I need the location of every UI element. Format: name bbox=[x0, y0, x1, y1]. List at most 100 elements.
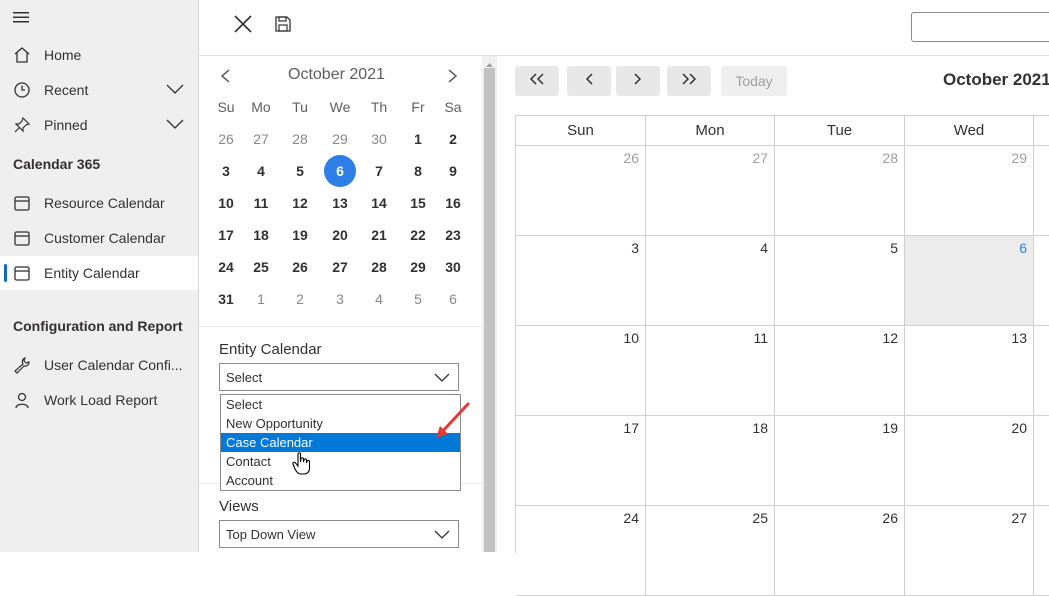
nav-pinned[interactable]: Pinned bbox=[0, 108, 198, 142]
mini-calendar-day[interactable]: 7 bbox=[362, 156, 396, 186]
today-button[interactable]: Today bbox=[721, 66, 787, 96]
sidebar-item-customer-calendar[interactable]: Customer Calendar bbox=[0, 221, 198, 255]
mini-calendar-day[interactable]: 2 bbox=[436, 124, 470, 154]
search-input[interactable] bbox=[911, 12, 1049, 42]
mini-calendar-day[interactable]: 18 bbox=[244, 220, 278, 250]
day-cell[interactable]: 17 bbox=[516, 416, 646, 506]
dropdown-option-account[interactable]: Account bbox=[221, 471, 460, 490]
mini-calendar-day[interactable]: 10 bbox=[209, 188, 243, 218]
day-cell[interactable]: 5 bbox=[775, 236, 905, 326]
sidebar-item-resource-calendar[interactable]: Resource Calendar bbox=[0, 186, 198, 220]
mini-calendar-day[interactable]: 5 bbox=[283, 156, 317, 186]
nav-recent[interactable]: Recent bbox=[0, 73, 198, 107]
mini-calendar-day[interactable]: 24 bbox=[209, 252, 243, 282]
last-button[interactable] bbox=[667, 66, 711, 96]
day-cell[interactable]: 27 bbox=[905, 506, 1034, 596]
day-cell[interactable]: 25 bbox=[646, 506, 775, 596]
chevron-down-icon[interactable] bbox=[166, 82, 184, 99]
mini-calendar-day[interactable]: 4 bbox=[362, 284, 396, 314]
day-cell[interactable]: 18 bbox=[646, 416, 775, 506]
mini-calendar-day[interactable]: 25 bbox=[244, 252, 278, 282]
mini-calendar-day[interactable]: 6 bbox=[323, 156, 357, 186]
mini-calendar-day[interactable]: 13 bbox=[323, 188, 357, 218]
mini-calendar-day[interactable]: 11 bbox=[244, 188, 278, 218]
mini-calendar-day[interactable]: 1 bbox=[401, 124, 435, 154]
views-select[interactable]: Top Down View bbox=[219, 520, 459, 548]
chevron-down-icon[interactable] bbox=[166, 117, 184, 134]
first-button[interactable] bbox=[515, 66, 559, 96]
mini-calendar-day[interactable]: 5 bbox=[401, 284, 435, 314]
day-cell[interactable]: 12 bbox=[775, 326, 905, 416]
mini-calendar-day[interactable]: 14 bbox=[362, 188, 396, 218]
day-cell[interactable]: 29 bbox=[905, 146, 1034, 236]
mini-calendar-day[interactable]: 1 bbox=[244, 284, 278, 314]
mini-calendar-day[interactable]: 21 bbox=[362, 220, 396, 250]
mini-calendar-day[interactable]: 31 bbox=[209, 284, 243, 314]
mini-calendar-day[interactable]: 23 bbox=[436, 220, 470, 250]
day-cell[interactable]: 10 bbox=[516, 326, 646, 416]
mini-calendar-day[interactable]: 4 bbox=[244, 156, 278, 186]
day-cell[interactable]: 27 bbox=[646, 146, 775, 236]
sidebar-item-entity-calendar[interactable]: Entity Calendar bbox=[0, 256, 198, 290]
mini-calendar-day[interactable]: 27 bbox=[323, 252, 357, 282]
prev-button[interactable] bbox=[567, 66, 611, 96]
dropdown-option-case-calendar[interactable]: Case Calendar bbox=[221, 433, 460, 452]
day-cell[interactable] bbox=[1034, 236, 1049, 326]
entity-calendar-select[interactable]: Select bbox=[219, 363, 459, 391]
day-cell[interactable] bbox=[1034, 506, 1049, 596]
day-cell[interactable] bbox=[1034, 416, 1049, 506]
sidebar-item-user-calendar-config[interactable]: User Calendar Confi... bbox=[0, 348, 198, 382]
day-cell[interactable]: 4 bbox=[646, 236, 775, 326]
mini-calendar-day[interactable]: 2 bbox=[283, 284, 317, 314]
mini-calendar-day[interactable]: 6 bbox=[436, 284, 470, 314]
day-cell[interactable]: 11 bbox=[646, 326, 775, 416]
day-cell[interactable]: 6 bbox=[905, 236, 1034, 326]
dropdown-option-contact[interactable]: Contact bbox=[221, 452, 460, 471]
mini-calendar-day[interactable]: 30 bbox=[362, 124, 396, 154]
day-cell[interactable]: 20 bbox=[905, 416, 1034, 506]
dropdown-option-select[interactable]: Select bbox=[221, 395, 460, 414]
mini-calendar-day[interactable]: 28 bbox=[283, 124, 317, 154]
mini-calendar-day[interactable]: 28 bbox=[362, 252, 396, 282]
mini-calendar-day[interactable]: 8 bbox=[401, 156, 435, 186]
mini-calendar-day[interactable]: 26 bbox=[283, 252, 317, 282]
scrollbar-thumb[interactable] bbox=[484, 68, 495, 552]
nav-home[interactable]: Home bbox=[0, 38, 198, 72]
dropdown-option-new-opportunity[interactable]: New Opportunity bbox=[221, 414, 460, 433]
scroll-up-icon[interactable] bbox=[484, 57, 495, 67]
day-cell[interactable]: 26 bbox=[775, 506, 905, 596]
mini-calendar-day[interactable]: 20 bbox=[323, 220, 357, 250]
day-cell[interactable] bbox=[1034, 326, 1049, 416]
next-button[interactable] bbox=[616, 66, 660, 96]
mini-calendar-day[interactable]: 17 bbox=[209, 220, 243, 250]
prev-month-icon[interactable] bbox=[219, 68, 231, 89]
mini-calendar-day[interactable]: 3 bbox=[209, 156, 243, 186]
close-icon[interactable] bbox=[231, 12, 255, 36]
mini-calendar-day[interactable]: 27 bbox=[244, 124, 278, 154]
mini-calendar-day[interactable]: 30 bbox=[436, 252, 470, 282]
day-cell[interactable]: 24 bbox=[516, 506, 646, 596]
save-icon[interactable] bbox=[271, 12, 295, 36]
day-number: 20 bbox=[1011, 420, 1027, 436]
day-cell[interactable]: 3 bbox=[516, 236, 646, 326]
sidebar-item-work-load-report[interactable]: Work Load Report bbox=[0, 383, 198, 417]
day-cell[interactable] bbox=[1034, 146, 1049, 236]
day-cell[interactable]: 28 bbox=[775, 146, 905, 236]
mini-calendar-day[interactable]: 12 bbox=[283, 188, 317, 218]
home-icon bbox=[13, 46, 31, 64]
day-cell[interactable]: 13 bbox=[905, 326, 1034, 416]
mini-calendar-day[interactable]: 16 bbox=[436, 188, 470, 218]
mini-calendar-day[interactable]: 22 bbox=[401, 220, 435, 250]
day-cell[interactable]: 19 bbox=[775, 416, 905, 506]
hamburger-menu-icon[interactable] bbox=[12, 10, 30, 24]
mini-calendar-day[interactable]: 26 bbox=[209, 124, 243, 154]
next-month-icon[interactable] bbox=[447, 68, 459, 89]
mini-calendar-day[interactable]: 15 bbox=[401, 188, 435, 218]
mini-calendar-day[interactable]: 29 bbox=[401, 252, 435, 282]
mini-calendar-day[interactable]: 3 bbox=[323, 284, 357, 314]
mini-calendar-day[interactable]: 9 bbox=[436, 156, 470, 186]
mini-calendar-day[interactable]: 29 bbox=[323, 124, 357, 154]
day-cell[interactable]: 26 bbox=[516, 146, 646, 236]
mini-weekday-label: Su bbox=[217, 99, 235, 115]
mini-calendar-day[interactable]: 19 bbox=[283, 220, 317, 250]
